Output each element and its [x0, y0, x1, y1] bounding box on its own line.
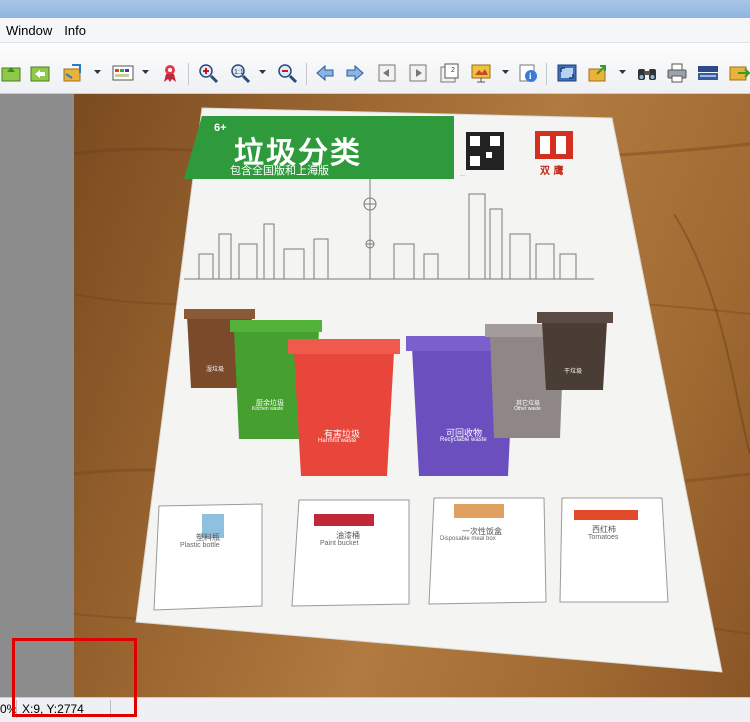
next-image-button[interactable] [344, 62, 366, 84]
page-first-icon [378, 64, 396, 82]
refresh-button[interactable] [29, 62, 51, 84]
menu-bar: Window Info [0, 18, 750, 43]
slideshow-button[interactable] [470, 62, 492, 84]
menu-info[interactable]: Info [58, 23, 92, 38]
bin-label-en: Harmful waste [318, 438, 357, 444]
card-label-en: Paint bucket [320, 540, 359, 547]
binoculars-icon [638, 69, 656, 80]
page-multi-icon: 2 [440, 63, 459, 83]
menu-window[interactable]: Window [0, 23, 58, 38]
zoom-actual-icon: 1:1 [231, 64, 251, 84]
bin-label-en: Kitchen waste [252, 406, 284, 412]
color-palette-icon [112, 65, 134, 81]
bin-label: 干垃圾 [564, 368, 583, 375]
info-button[interactable]: i [517, 62, 539, 84]
zoom-in-button[interactable] [197, 62, 219, 84]
open-folder-button[interactable] [0, 62, 22, 84]
chevron-down-icon[interactable] [142, 70, 149, 76]
toolbar-separator [546, 63, 547, 85]
arrow-right-icon [346, 64, 364, 82]
toolbar-separator [188, 63, 189, 85]
zoom-out-icon [278, 64, 298, 84]
previous-image-button[interactable] [314, 62, 336, 84]
scanner-button[interactable] [697, 62, 719, 84]
age-badge: 6+ [214, 122, 227, 134]
fullscreen-icon [557, 64, 577, 82]
batch-icon [63, 64, 81, 82]
folder-up-icon [1, 67, 21, 82]
chevron-down-icon[interactable] [259, 70, 266, 76]
refresh-icon [30, 66, 50, 82]
arrow-left-icon [316, 64, 334, 82]
zoom-fit-button[interactable]: 1:1 [229, 62, 251, 84]
toolbar-separator [306, 63, 307, 85]
bin-label-en: Other waste [514, 406, 541, 412]
exit-button[interactable] [728, 62, 750, 84]
first-page-button[interactable] [376, 62, 398, 84]
fullscreen-button[interactable] [556, 62, 578, 84]
color-settings-button[interactable] [112, 62, 134, 84]
chevron-down-icon[interactable] [619, 70, 626, 76]
batch-convert-button[interactable] [62, 62, 84, 84]
exit-icon [729, 66, 750, 81]
chevron-down-icon[interactable] [502, 70, 509, 76]
search-button[interactable] [636, 62, 658, 84]
window-titlebar [0, 0, 750, 18]
bin-label-en: Recyclable waste [440, 437, 487, 443]
page-last-icon [409, 64, 427, 82]
print-button[interactable] [666, 62, 688, 84]
page-view-button[interactable]: 2 [438, 62, 460, 84]
slideshow-icon [471, 64, 491, 83]
card-label-en: Plastic bottle [180, 542, 220, 549]
photo-image: 6+ 垃圾分类 包含全国版和上海版 … 双 鹰 湿垃圾 厨余垃圾 Kitchen… [74, 94, 750, 697]
chevron-down-icon[interactable] [94, 70, 101, 76]
bin-label: 湿垃圾 [206, 366, 225, 373]
ribbon-icon [164, 65, 176, 82]
printer-icon [667, 63, 687, 83]
zoom-out-button[interactable] [276, 62, 298, 84]
last-page-button[interactable] [407, 62, 429, 84]
export-folder-icon [588, 65, 606, 82]
brand-name: 双 鹰 [540, 166, 564, 177]
info-icon: i [519, 64, 537, 82]
card-label-en: Tomatoes [588, 534, 619, 541]
document-subtitle: 包含全国版和上海版 [230, 164, 329, 177]
highlight-annotation-box [12, 638, 137, 717]
scanner-icon [698, 66, 718, 80]
photo-content [74, 107, 750, 673]
svg-text:1:1: 1:1 [234, 69, 244, 76]
svg-text:2: 2 [451, 67, 455, 74]
export-button[interactable] [587, 62, 609, 84]
qr-caption: … [460, 172, 465, 178]
ribbon-button[interactable] [159, 62, 181, 84]
zoom-in-icon [199, 64, 219, 84]
card-label-en: Disposable meal box [440, 536, 496, 542]
